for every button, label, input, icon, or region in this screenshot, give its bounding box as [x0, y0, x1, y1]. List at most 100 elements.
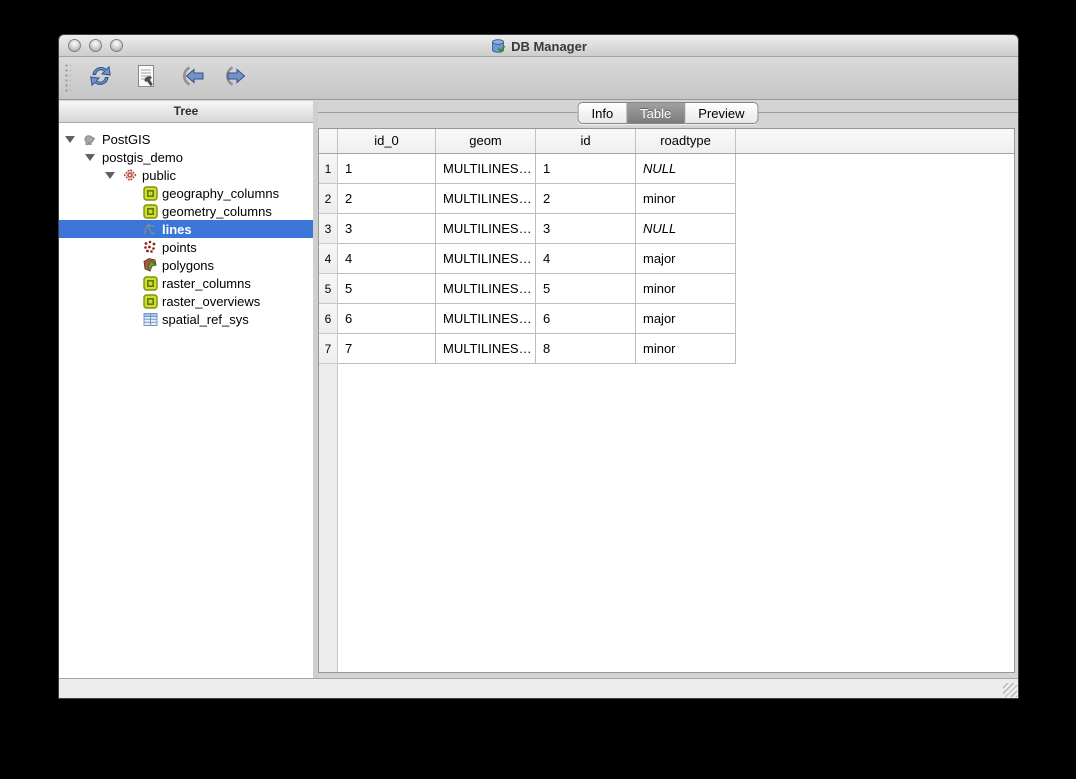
cell-id[interactable]: 1	[536, 154, 636, 184]
export-layer-icon	[224, 65, 252, 92]
postgis-elephant-icon	[82, 131, 98, 147]
cell-roadtype[interactable]: NULL	[636, 154, 736, 184]
column-header-id[interactable]: id	[536, 129, 636, 153]
row-number[interactable]: 5	[319, 274, 337, 304]
import-layer-button[interactable]	[175, 61, 209, 95]
desktop-background: { "window": { "title": "DB Manager" }, "…	[0, 0, 1076, 779]
tab-info[interactable]: Info	[577, 102, 628, 124]
cell-roadtype[interactable]: minor	[636, 334, 736, 364]
cell-geom[interactable]: MULTILINES…	[436, 184, 536, 214]
tree-item-points[interactable]: points	[59, 238, 313, 256]
cell-geom[interactable]: MULTILINES…	[436, 334, 536, 364]
row-number[interactable]: 1	[319, 154, 337, 184]
tree-item-spatial_ref_sys[interactable]: spatial_ref_sys	[59, 310, 313, 328]
cell-id_0[interactable]: 6	[338, 304, 436, 334]
cell-id[interactable]: 8	[536, 334, 636, 364]
db-manager-app-icon	[490, 38, 506, 54]
tree-item-label: postgis_demo	[102, 149, 183, 165]
column-header-geom[interactable]: geom	[436, 129, 536, 153]
traffic-lights	[68, 39, 123, 52]
toolbar-drag-handle[interactable]	[64, 62, 71, 94]
close-button[interactable]	[68, 39, 81, 52]
table-row: 2 MULTILINES… 2 minor	[338, 184, 1014, 214]
cell-id[interactable]: 4	[536, 244, 636, 274]
cell-id_0[interactable]: 5	[338, 274, 436, 304]
tree-item-label: geometry_columns	[162, 203, 272, 219]
toolbar-buttons	[71, 61, 255, 95]
tree-item-postgis_demo[interactable]: postgis_demo	[59, 148, 313, 166]
tree-item-raster_overviews[interactable]: raster_overviews	[59, 292, 313, 310]
tree-item-lines[interactable]: lines	[59, 220, 313, 238]
titlebar[interactable]: DB Manager	[59, 35, 1018, 57]
line-layer-icon	[142, 221, 158, 237]
tree-item-raster_columns[interactable]: raster_columns	[59, 274, 313, 292]
table-row: 3 MULTILINES… 3 NULL	[338, 214, 1014, 244]
disclosure-triangle-icon[interactable]	[104, 169, 116, 181]
cell-geom[interactable]: MULTILINES…	[436, 274, 536, 304]
tree-item-label: geography_columns	[162, 185, 280, 201]
cell-id_0[interactable]: 1	[338, 154, 436, 184]
tree-panel: Tree PostGIS postgis_demo public geography_…	[59, 101, 313, 678]
minimize-button[interactable]	[89, 39, 102, 52]
refresh-button[interactable]	[83, 61, 117, 95]
spatial-ref-table-icon	[142, 311, 158, 327]
cell-geom[interactable]: MULTILINES…	[436, 244, 536, 274]
schema-diamond-icon	[122, 167, 138, 183]
cell-id[interactable]: 2	[536, 184, 636, 214]
sql-window-button[interactable]	[129, 61, 163, 95]
table-green-icon	[142, 203, 158, 219]
tree-item-geometry_columns[interactable]: geometry_columns	[59, 202, 313, 220]
row-number[interactable]: 3	[319, 214, 337, 244]
cell-id_0[interactable]: 4	[338, 244, 436, 274]
cell-geom[interactable]: MULTILINES…	[436, 214, 536, 244]
view-tabs: Info Table Preview	[577, 102, 759, 124]
tab-table[interactable]: Table	[627, 102, 686, 124]
cell-id_0[interactable]: 2	[338, 184, 436, 214]
tree-item-geography_columns[interactable]: geography_columns	[59, 184, 313, 202]
row-number[interactable]: 7	[319, 334, 337, 364]
column-header-roadtype[interactable]: roadtype	[636, 129, 736, 153]
resize-grip-icon[interactable]	[1003, 683, 1017, 697]
tree-item-label: raster_columns	[162, 275, 251, 291]
cell-roadtype[interactable]: major	[636, 304, 736, 334]
cell-roadtype[interactable]: NULL	[636, 214, 736, 244]
cell-geom[interactable]: MULTILINES…	[436, 154, 536, 184]
cell-id_0[interactable]: 7	[338, 334, 436, 364]
disclosure-triangle-icon[interactable]	[84, 151, 96, 163]
cell-roadtype[interactable]: minor	[636, 184, 736, 214]
cell-id[interactable]: 6	[536, 304, 636, 334]
tab-preview[interactable]: Preview	[685, 102, 759, 124]
row-number[interactable]: 6	[319, 304, 337, 334]
tree-item-polygons[interactable]: polygons	[59, 256, 313, 274]
table-row-header-column: 1234567	[319, 154, 338, 672]
cell-roadtype[interactable]: major	[636, 244, 736, 274]
disclosure-triangle-icon[interactable]	[64, 133, 76, 145]
cell-id[interactable]: 3	[536, 214, 636, 244]
cell-id_0[interactable]: 3	[338, 214, 436, 244]
import-layer-icon	[178, 65, 206, 92]
polygon-layer-icon	[142, 257, 158, 273]
row-number[interactable]: 4	[319, 244, 337, 274]
row-number[interactable]: 2	[319, 184, 337, 214]
export-layer-button[interactable]	[221, 61, 255, 95]
table-row: 4 MULTILINES… 4 major	[338, 244, 1014, 274]
tree-item-PostGIS[interactable]: PostGIS	[59, 130, 313, 148]
table-row: 7 MULTILINES… 8 minor	[338, 334, 1014, 364]
zoom-button[interactable]	[110, 39, 123, 52]
cell-roadtype[interactable]: minor	[636, 274, 736, 304]
tree-item-label: spatial_ref_sys	[162, 311, 249, 327]
cell-geom[interactable]: MULTILINES…	[436, 304, 536, 334]
main-split-area: Tree PostGIS postgis_demo public geography_…	[59, 101, 1018, 678]
window-title: DB Manager	[511, 38, 587, 54]
table-green-icon	[142, 275, 158, 291]
tree-item-public[interactable]: public	[59, 166, 313, 184]
detail-panel: Info Table Preview id_0 geom id roadtype 1234…	[318, 101, 1018, 678]
cell-id[interactable]: 5	[536, 274, 636, 304]
tree-items: PostGIS postgis_demo public geography_colum…	[59, 123, 313, 678]
column-header-id_0[interactable]: id_0	[338, 129, 436, 153]
table-corner-cell[interactable]	[319, 129, 338, 153]
table-green-icon	[142, 185, 158, 201]
